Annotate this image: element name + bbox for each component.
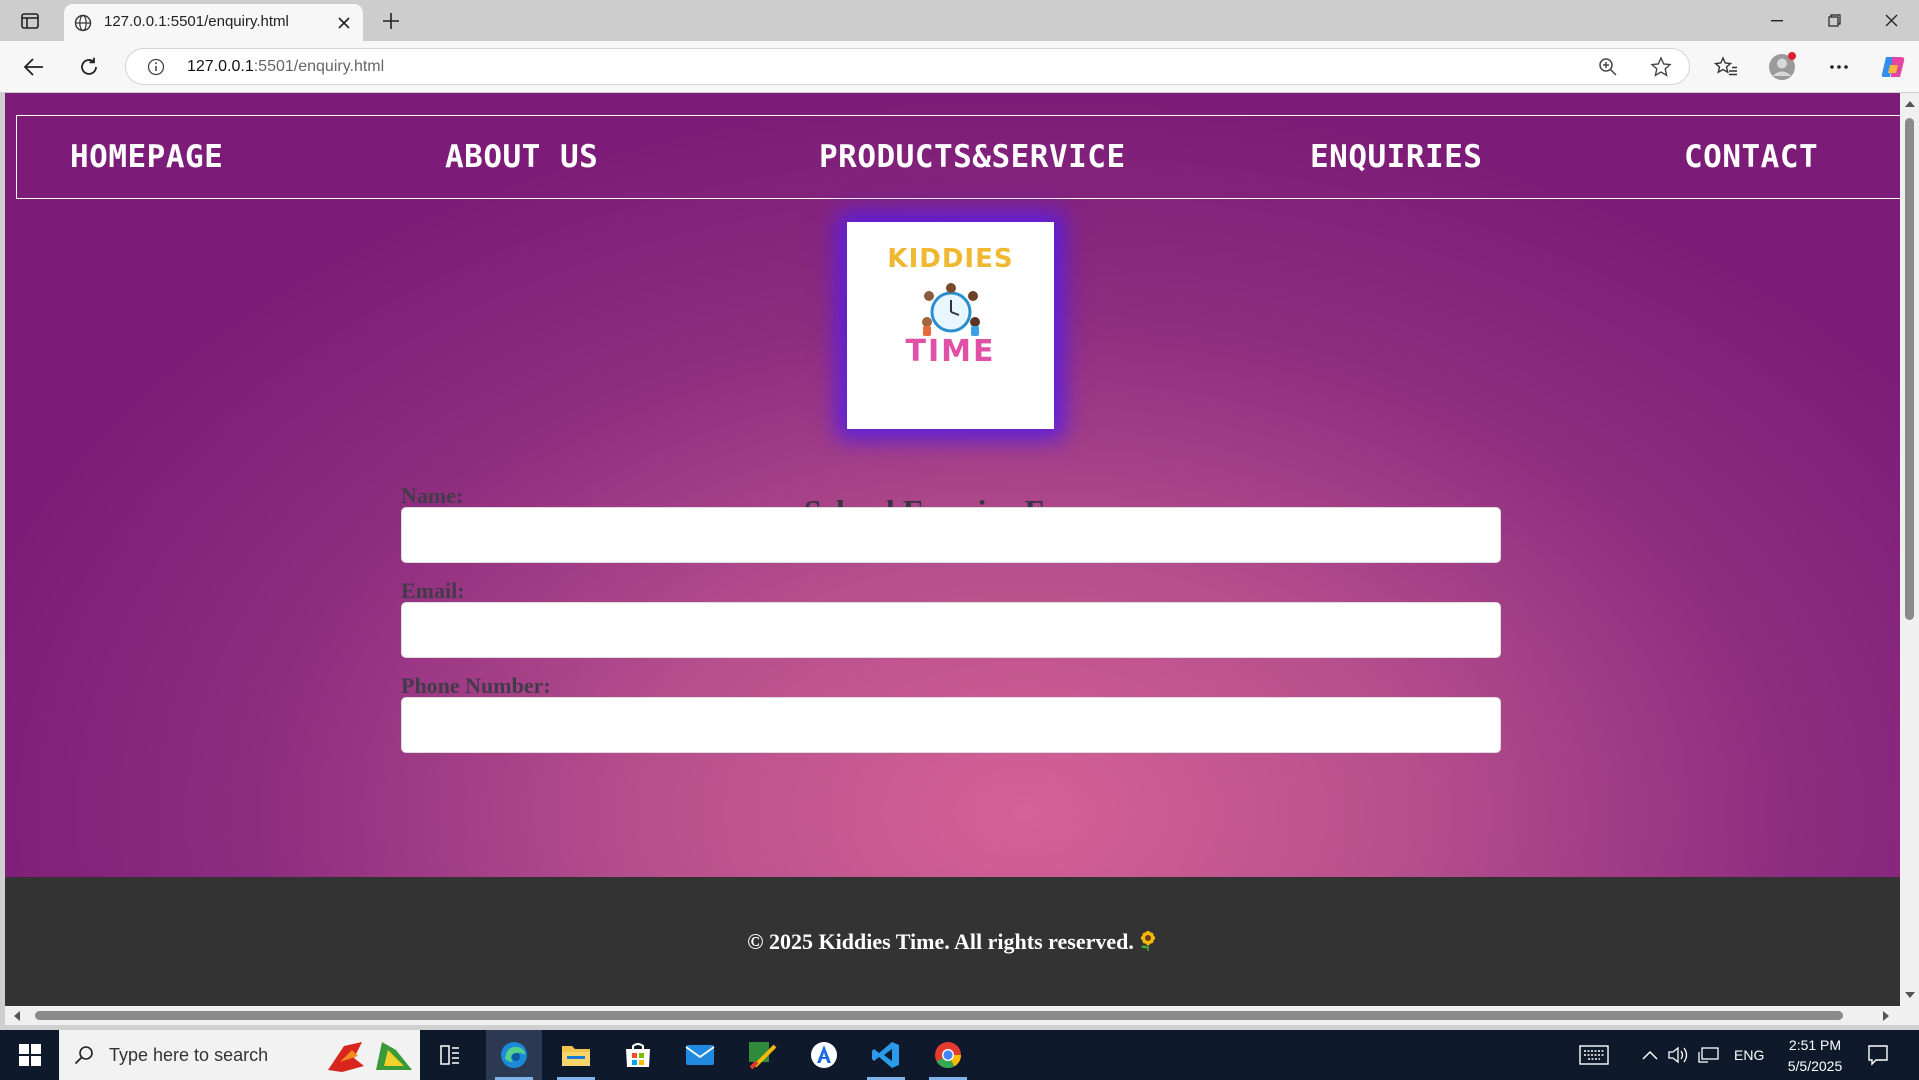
search-highlight-art-icon xyxy=(328,1042,412,1072)
keyboard-layout-icon[interactable] xyxy=(1579,1044,1609,1066)
name-input[interactable] xyxy=(401,507,1501,563)
phone-label: Phone Number: xyxy=(401,673,551,698)
app-launcher-icon[interactable] xyxy=(796,1030,852,1080)
page-viewport: HOMEPAGE ABOUT US PRODUCTS&SERVICE ENQUI… xyxy=(5,93,1900,1006)
email-label: Email: xyxy=(401,578,465,603)
horizontal-scrollbar[interactable] xyxy=(5,1006,1900,1025)
windows-taskbar: Type here to search ENG 2:51 PM 5/5/2025 xyxy=(0,1030,1919,1080)
tab-actions-icon[interactable] xyxy=(18,9,42,33)
search-icon xyxy=(73,1044,95,1066)
tab-title: 127.0.0.1:5501/enquiry.html xyxy=(104,13,289,30)
nav-about-us[interactable]: ABOUT US xyxy=(445,139,598,175)
show-hidden-icons-chevron-icon[interactable] xyxy=(1642,1044,1658,1066)
microsoft-store-icon[interactable] xyxy=(610,1030,666,1080)
nav-enquiries[interactable]: ENQUIRIES xyxy=(1310,139,1482,175)
favorite-star-icon[interactable] xyxy=(1649,55,1673,79)
sunflower-icon xyxy=(1140,930,1155,951)
clock-time: 2:51 PM xyxy=(1788,1037,1842,1053)
address-bar[interactable]: 127.0.0.1:5501/enquiry.html xyxy=(125,48,1690,85)
profile-avatar-icon[interactable] xyxy=(1766,51,1798,83)
photo-editor-icon[interactable] xyxy=(734,1030,790,1080)
zoom-icon[interactable] xyxy=(1596,55,1620,79)
scroll-right-icon[interactable] xyxy=(1881,1010,1892,1021)
globe-icon xyxy=(72,12,94,34)
browser-titlebar: 127.0.0.1:5501/enquiry.html xyxy=(0,0,1919,41)
browser-tab[interactable]: 127.0.0.1:5501/enquiry.html xyxy=(64,4,363,41)
kiddies-time-logo: KIDDIES TIME xyxy=(847,222,1054,429)
nav-homepage[interactable]: HOMEPAGE xyxy=(70,139,223,175)
task-view-icon[interactable] xyxy=(422,1030,478,1080)
browser-toolbar: 127.0.0.1:5501/enquiry.html xyxy=(0,41,1919,92)
clock-children-icon xyxy=(922,283,980,336)
clock-date: 5/5/2025 xyxy=(1787,1058,1843,1074)
scroll-down-icon[interactable] xyxy=(1904,990,1915,1001)
site-footer: © 2025 Kiddies Time. All rights reserved… xyxy=(5,877,1900,1006)
volume-icon[interactable] xyxy=(1667,1044,1689,1066)
scrollbar-corner xyxy=(1900,1006,1919,1025)
site-info-icon[interactable] xyxy=(146,57,166,77)
vertical-scroll-thumb[interactable] xyxy=(1905,118,1914,620)
email-input[interactable] xyxy=(401,602,1501,658)
vertical-scrollbar[interactable] xyxy=(1900,93,1919,1006)
phone-input[interactable] xyxy=(401,697,1501,753)
favorites-icon[interactable] xyxy=(1710,51,1742,83)
nav-contact[interactable]: CONTACT xyxy=(1684,139,1818,175)
footer-text: © 2025 Kiddies Time. All rights reserved… xyxy=(5,929,1900,955)
mail-icon[interactable] xyxy=(672,1030,728,1080)
logo-bottom-text: TIME xyxy=(905,334,996,369)
taskbar-clock[interactable]: 2:51 PM 5/5/2025 xyxy=(1770,1035,1860,1077)
network-icon[interactable] xyxy=(1698,1044,1720,1066)
back-arrow-icon[interactable] xyxy=(18,51,50,83)
url-text: 127.0.0.1:5501/enquiry.html xyxy=(187,58,385,75)
more-options-icon[interactable] xyxy=(1823,51,1855,83)
windows-start-icon[interactable] xyxy=(0,1030,59,1080)
vscode-icon[interactable] xyxy=(858,1030,914,1080)
copilot-icon[interactable] xyxy=(1877,51,1909,83)
notifications-icon[interactable] xyxy=(1867,1044,1889,1066)
name-label: Name: xyxy=(401,483,464,508)
site-navigation: HOMEPAGE ABOUT US PRODUCTS&SERVICE ENQUI… xyxy=(16,115,1900,199)
logo-top-text: KIDDIES xyxy=(887,244,1014,274)
chrome-icon[interactable] xyxy=(920,1030,976,1080)
scroll-left-icon[interactable] xyxy=(11,1010,22,1021)
edge-browser-icon[interactable] xyxy=(486,1030,542,1080)
new-tab-icon[interactable] xyxy=(378,8,404,34)
minimize-icon[interactable] xyxy=(1749,0,1805,41)
scroll-up-icon[interactable] xyxy=(1904,98,1915,109)
close-tab-icon[interactable] xyxy=(333,12,355,34)
file-explorer-icon[interactable] xyxy=(548,1030,604,1080)
reload-icon[interactable] xyxy=(73,51,105,83)
close-window-icon[interactable] xyxy=(1863,0,1919,41)
language-indicator[interactable]: ENG xyxy=(1734,1044,1764,1066)
nav-products-service[interactable]: PRODUCTS&SERVICE xyxy=(819,139,1126,175)
horizontal-scroll-thumb[interactable] xyxy=(35,1011,1843,1020)
restore-icon[interactable] xyxy=(1806,0,1862,41)
taskbar-search-box[interactable]: Type here to search xyxy=(59,1030,420,1080)
search-placeholder: Type here to search xyxy=(109,1045,269,1065)
